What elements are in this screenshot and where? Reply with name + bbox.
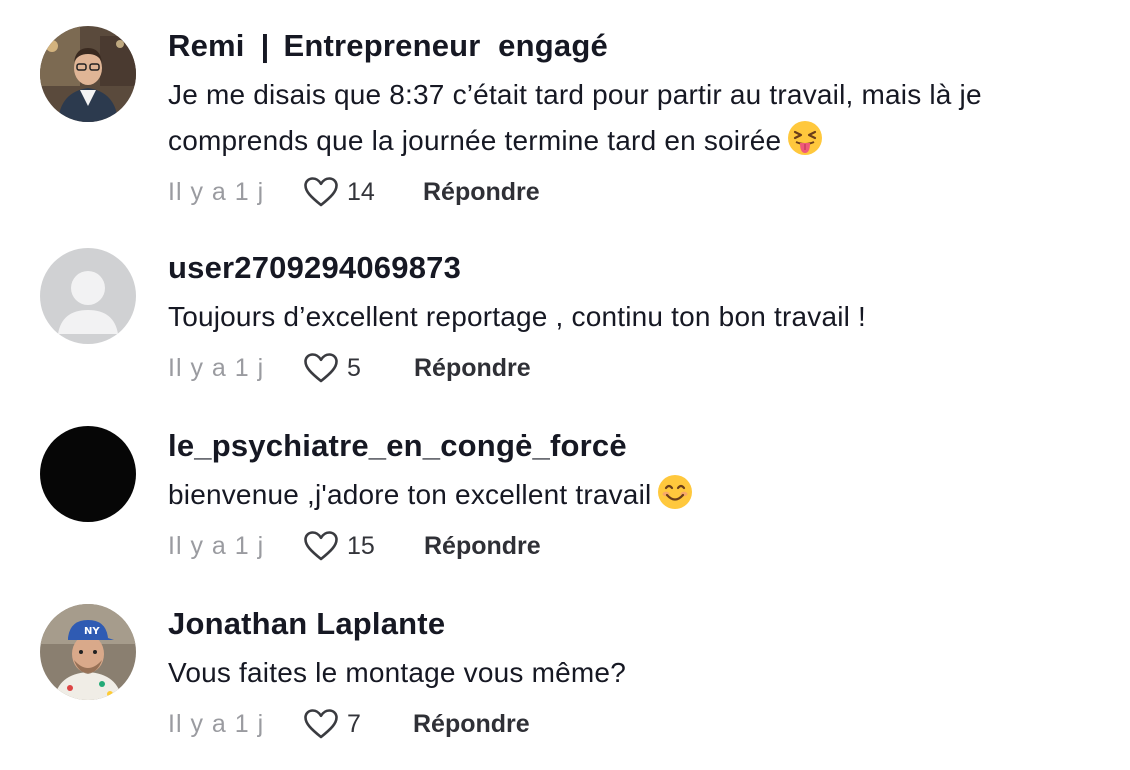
avatar[interactable] [40, 248, 136, 344]
username-separator: | [260, 28, 270, 63]
comment-username[interactable]: le_psychiatre_en_congė_forcė [168, 426, 1108, 466]
comment-timestamp: Il y a 1 j [168, 710, 265, 738]
man-in-suit-photo-icon [40, 26, 136, 122]
comment-body: le_psychiatre_en_congė_forcė bienvenue ,… [168, 426, 1108, 566]
comment-timestamp: Il y a 1 j [168, 354, 265, 382]
comment-text-content: Je me disais que 8:37 c’était tard pour … [168, 79, 982, 156]
comment-username[interactable]: Jonathan Laplante [168, 604, 1108, 644]
avatar[interactable]: NY [40, 604, 136, 700]
squinting-tongue-face-emoji-icon [788, 121, 823, 155]
comment-text: Vous faites le montage vous même? [168, 657, 626, 688]
reply-button[interactable]: Répondre [413, 704, 530, 744]
heart-icon[interactable] [303, 352, 339, 384]
black-avatar-icon [40, 426, 136, 522]
comment-username[interactable]: user2709294069873 [168, 248, 1108, 288]
comment-body: Remi | Entrepreneur engagé Je me disais qu… [168, 26, 1108, 212]
like-button[interactable]: 7 [303, 704, 361, 744]
comment-meta: Il y a 1 j 7 Répondre [168, 704, 1108, 744]
avatar[interactable] [40, 26, 136, 122]
like-button[interactable]: 5 [303, 348, 361, 388]
comment-text-content: bienvenue ,j'adore ton excellent travail [168, 479, 652, 510]
svg-text:NY: NY [84, 626, 100, 637]
heart-icon[interactable] [303, 530, 339, 562]
user-title-text: Entrepreneur engagé [283, 28, 608, 63]
comment-text: Je me disais que 8:37 c’était tard pour … [168, 72, 1108, 164]
comment-username[interactable]: Remi | Entrepreneur engagé [168, 26, 1108, 66]
comment-meta: Il y a 1 j 15 Répondre [168, 526, 1108, 566]
comment-meta: Il y a 1 j 14 Répondre [168, 172, 1108, 212]
comment-meta: Il y a 1 j 5 Répondre [168, 348, 1108, 388]
like-count: 15 [347, 532, 375, 560]
default-user-avatar-icon [40, 248, 136, 344]
heart-icon[interactable] [303, 176, 339, 208]
username-text[interactable]: Remi [168, 28, 245, 63]
reply-button[interactable]: Répondre [423, 172, 540, 212]
man-in-cap-photo-icon: NY [40, 604, 136, 700]
comment-body: user2709294069873 Toujours d’excellent r… [168, 248, 1108, 388]
like-count: 5 [347, 354, 361, 382]
comment-text: bienvenue ,j'adore ton excellent travail [168, 472, 1108, 518]
reply-button[interactable]: Répondre [414, 348, 531, 388]
like-count: 14 [347, 178, 375, 206]
reply-button[interactable]: Répondre [424, 526, 541, 566]
comment-text: Toujours d’excellent reportage , continu… [168, 301, 867, 332]
avatar[interactable] [40, 426, 136, 522]
like-count: 7 [347, 710, 361, 738]
comment-body: Jonathan Laplante Vous faites le montage… [168, 604, 1108, 744]
comment-timestamp: Il y a 1 j [168, 532, 265, 560]
comment-list: Remi | Entrepreneur engagé Je me disais qu… [0, 0, 1130, 770]
like-button[interactable]: 14 [303, 172, 375, 212]
like-button[interactable]: 15 [303, 526, 375, 566]
comment-timestamp: Il y a 1 j [168, 178, 265, 206]
heart-icon[interactable] [303, 708, 339, 740]
smiling-face-emoji-icon [658, 475, 693, 509]
